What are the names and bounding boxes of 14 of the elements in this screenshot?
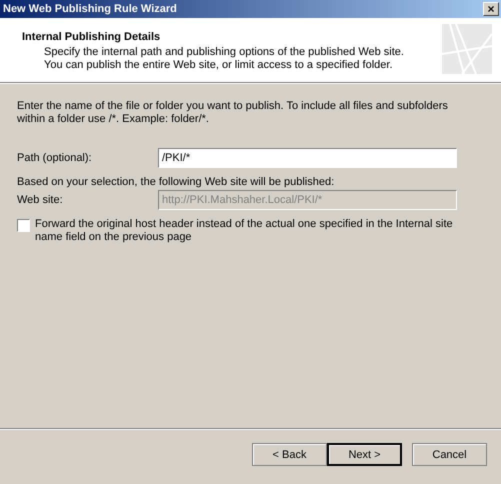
website-label: Web site: (17, 194, 64, 206)
instructions-text: Enter the name of the file or folder you want to publish. To include all files and subfolders within a folder use /*. Example: folder/*. (17, 100, 449, 126)
wizard-button[interactable]: Next > (327, 443, 402, 466)
path-label: Path (optional): (17, 152, 93, 164)
checkbox-label: Forward the original host header instead of the actual one specified in the Internal site name field on the previous page (35, 218, 454, 244)
window-title: New Web Publishing Rule Wizard (3, 3, 177, 15)
wizard-button[interactable]: Cancel (412, 443, 487, 466)
page-title: Internal Publishing Details (22, 31, 162, 43)
close-button[interactable]: × (483, 2, 499, 16)
path-field[interactable]: /PKI/* (158, 148, 457, 168)
page-description: Specify the internal path and publishing options of the published Web site. You can publish the entire Web site, or limit access to a specified folder. (43, 46, 405, 72)
wizard-button[interactable]: < Back (252, 443, 327, 466)
selection-note: Based on your selection, the following Web site will be published: (17, 176, 336, 189)
checkbox[interactable] (17, 219, 30, 232)
